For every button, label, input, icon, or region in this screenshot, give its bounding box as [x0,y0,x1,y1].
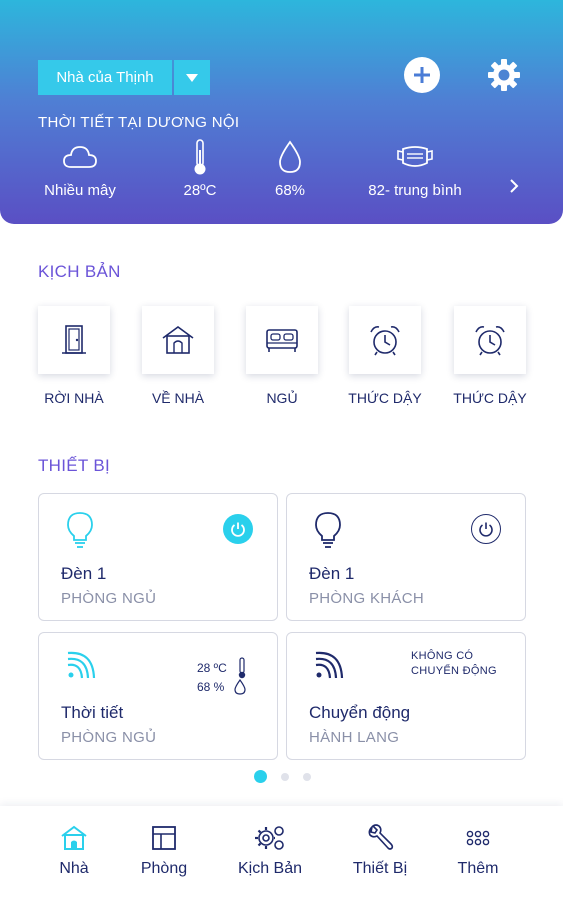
scene-tile[interactable] [38,306,110,374]
cloud-icon [63,146,97,168]
power-icon [231,522,245,537]
thermometer-icon [238,657,245,679]
device-room: PHÒNG NGỦ [61,590,157,607]
home-icon [61,825,87,850]
scene-wake-up-2[interactable]: THỨC DẬY [440,306,540,406]
motion-status-line1: KHÔNG CÓ [411,650,474,662]
scene-label: VỀ NHÀ [151,390,205,406]
wireless-signal-icon [67,651,96,679]
bed-icon [266,329,298,352]
wireless-signal-icon [315,651,344,679]
caret-down-icon [186,73,198,82]
air-quality-mask-icon [397,146,433,167]
weather-header: Nhà của Thịnh THỜI TIẾT TẠI DƯƠNG NỘI Nh… [0,0,563,224]
chevron-right-icon [510,179,519,193]
weather-air-quality-value: 82- trung bình [368,182,462,199]
weather-condition: Nhiều mây [38,138,122,199]
scene-wake-up-1[interactable]: THỨC DẬY [335,306,435,406]
plus-icon [414,67,430,83]
light-bulb-icon [315,512,341,548]
gear-icon [488,59,520,91]
nav-item-scenes[interactable]: Kịch Bản [220,824,320,878]
device-room: HÀNH LANG [309,729,400,746]
weather-temperature: 28ºC [170,138,230,199]
scene-label: NGỦ [266,390,298,406]
scene-come-home[interactable]: VỀ NHÀ [128,306,228,406]
sensor-humidity-row: 68 % [197,679,246,695]
humidity-drop-icon [234,679,246,695]
weather-next-button[interactable] [508,178,520,199]
alarm-clock-icon [370,326,400,356]
weather-location-title: THỜI TIẾT TẠI DƯƠNG NỘI [38,114,240,131]
device-card-light-living-room[interactable]: Đèn 1 PHÒNG KHÁCH [286,493,526,621]
device-card-light-bedroom[interactable]: Đèn 1 PHÒNG NGỦ [38,493,278,621]
weather-humidity-value: 68% [274,182,306,199]
humidity-drop-icon [279,140,301,173]
weather-air-quality: 82- trung bình [350,138,480,199]
house-icon [162,326,194,354]
weather-condition-value: Nhiều mây [44,182,116,199]
nav-item-rooms[interactable]: Phòng [114,824,214,878]
scene-tile[interactable] [246,306,318,374]
device-card-motion-sensor[interactable]: KHÔNG CÓ CHUYỂN ĐỘNG Chuyển động HÀNH LA… [286,632,526,760]
wrench-icon [368,824,394,850]
scene-tile[interactable] [454,306,526,374]
nav-item-devices[interactable]: Thiết Bị [330,824,430,878]
settings-button[interactable] [486,57,522,93]
motion-status-line2: CHUYỂN ĐỘNG [411,665,497,677]
home-name[interactable]: Nhà của Thịnh [38,60,172,95]
device-name: Đèn 1 [309,564,355,583]
sensor-temperature-row: 28 ºC [197,657,247,679]
home-selector[interactable]: Nhà của Thịnh [38,60,210,95]
nav-label: Nhà [59,860,89,877]
scene-leave-home[interactable]: RỜI NHÀ [24,306,124,406]
more-dots-icon [466,830,490,846]
nav-label: Thêm [457,860,499,877]
scene-label: THỨC DẬY [348,390,422,406]
weather-temperature-value: 28ºC [183,182,217,199]
scene-tile[interactable] [142,306,214,374]
nav-item-more[interactable]: Thêm [428,824,528,878]
power-icon [479,522,493,537]
gears-icon [255,826,284,850]
bottom-navigation: Nhà Phòng Kịch Bản Thiết Bị Thêm [0,806,563,900]
scenes-section-title: KỊCH BẢN [38,262,121,281]
page-dot[interactable] [303,772,311,781]
light-bulb-icon [67,512,93,548]
add-button[interactable] [404,57,440,93]
device-name: Chuyển động [309,703,411,722]
thermometer-icon [194,139,206,175]
nav-label: Phòng [140,860,188,877]
power-toggle-off[interactable] [471,514,501,544]
page-indicator [254,770,311,783]
device-name: Thời tiết [61,703,124,722]
devices-section-title: THIẾT BỊ [38,456,110,475]
nav-label: Thiết Bị [352,860,408,877]
page-dot[interactable] [281,772,289,781]
sensor-humidity-value: 68 % [197,680,225,694]
home-dropdown-button[interactable] [174,60,210,95]
device-name: Đèn 1 [61,564,107,583]
weather-humidity: 68% [260,138,320,199]
scene-sleep[interactable]: NGỦ [232,306,332,406]
sensor-temperature-value: 28 ºC [197,661,227,675]
power-toggle-on[interactable] [223,514,253,544]
page-dot-active[interactable] [254,770,267,783]
alarm-clock-icon [475,326,505,356]
device-room: PHÒNG KHÁCH [309,590,424,607]
device-card-weather-sensor[interactable]: 28 ºC 68 % Thời tiết PHÒNG NGỦ [38,632,278,760]
device-room: PHÒNG NGỦ [61,729,157,746]
scene-label: RỜI NHÀ [44,390,104,406]
nav-label: Kịch Bản [237,860,303,877]
scene-label: THỨC DẬY [453,390,527,406]
nav-item-home[interactable]: Nhà [24,824,124,878]
motion-status: KHÔNG CÓ CHUYỂN ĐỘNG [411,649,497,679]
door-icon [62,325,86,354]
scene-tile[interactable] [349,306,421,374]
room-layout-icon [152,826,176,850]
